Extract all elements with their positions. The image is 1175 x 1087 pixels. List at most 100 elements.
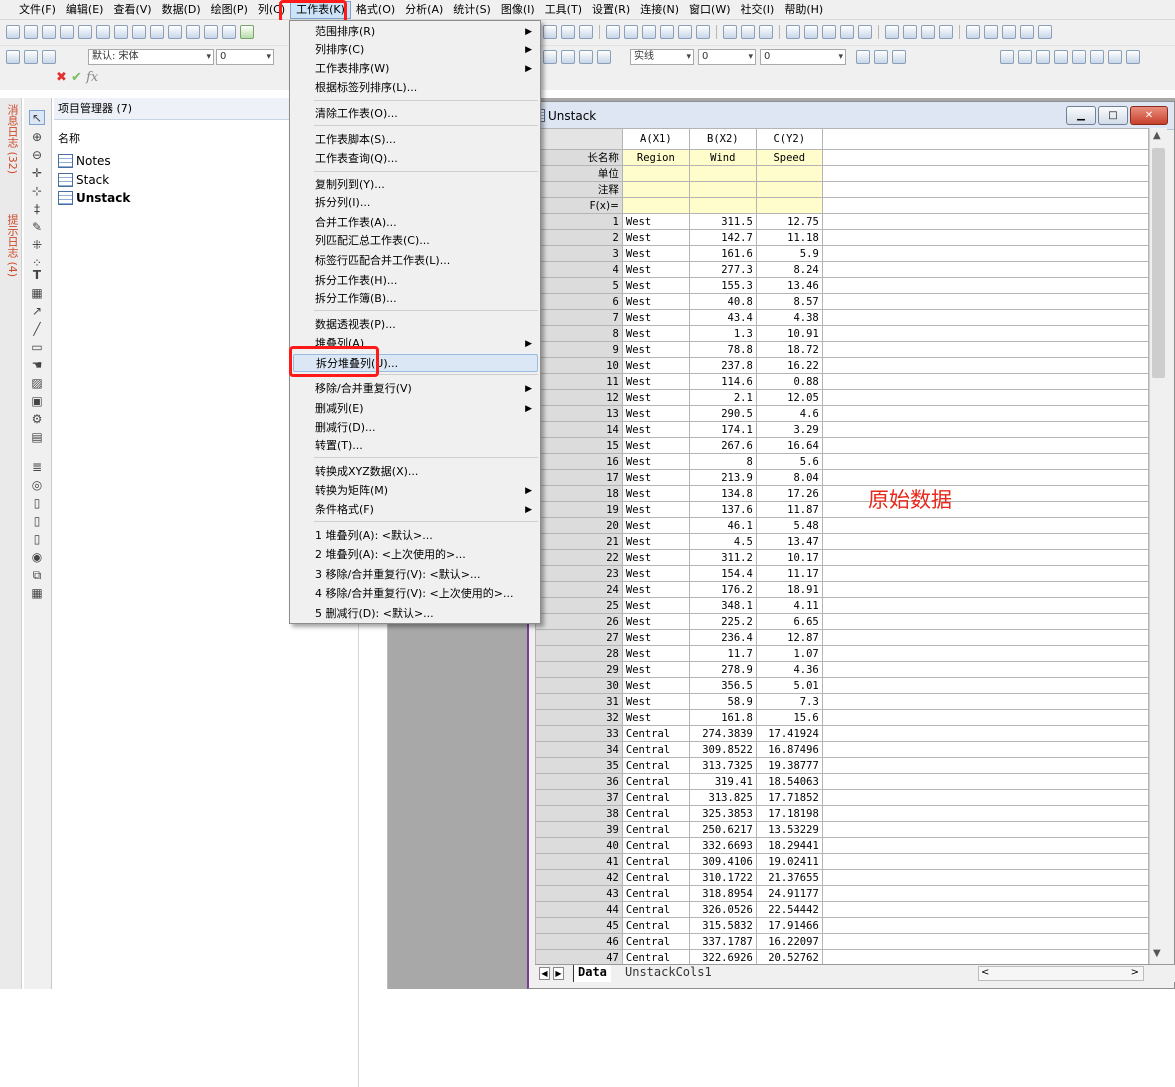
arrow-end-icon[interactable] [1038, 25, 1052, 39]
region-cell[interactable]: Central [621, 885, 690, 902]
fill-pattern-icon[interactable] [856, 50, 870, 64]
wind-cell[interactable]: 154.4 [688, 565, 757, 582]
row-header[interactable]: 13 [535, 405, 623, 422]
column-header[interactable]: A(X1) [621, 128, 690, 150]
region-cell[interactable]: West [621, 565, 690, 582]
menu-item[interactable]: 数据(D) [157, 0, 206, 20]
speed-cell[interactable]: 17.71852 [755, 789, 823, 806]
speed-cell[interactable]: 0.88 [755, 373, 823, 390]
speed-cell[interactable]: 18.91 [755, 581, 823, 598]
set-error-icon[interactable] [840, 25, 854, 39]
row-header[interactable]: 26 [535, 613, 623, 630]
wind-cell[interactable]: 161.6 [688, 245, 757, 262]
region-cell[interactable]: Central [621, 949, 690, 964]
wind-cell[interactable]: 337.1787 [688, 933, 757, 950]
scroll-left-icon[interactable]: < [981, 967, 989, 978]
menu-item[interactable]: 帮助(H) [779, 0, 828, 20]
wind-cell[interactable]: 4.5 [688, 533, 757, 550]
dropdown-menu-item[interactable]: 合并工作表(A)... [314, 214, 538, 232]
region-cell[interactable]: West [621, 517, 690, 534]
name-column-header[interactable]: 名称 [54, 130, 80, 146]
table-icon[interactable] [892, 50, 906, 64]
speed-cell[interactable]: 12.75 [755, 213, 823, 230]
down-icon[interactable] [984, 25, 998, 39]
pointer-tool-icon[interactable]: ↖ [29, 110, 45, 125]
row-header[interactable]: 31 [535, 693, 623, 710]
pattern-icon[interactable] [597, 50, 611, 64]
dropdown-menu-item[interactable]: 转换为矩阵(M) ▶ [314, 482, 538, 500]
wind-cell[interactable]: 8 [688, 453, 757, 470]
wind-cell[interactable]: 277.3 [688, 261, 757, 278]
save-icon[interactable] [204, 25, 218, 39]
region-icon[interactable]: ⁜ [29, 238, 45, 253]
speed-cell[interactable]: 5.9 [755, 245, 823, 262]
circle-icon[interactable]: ◎ [29, 478, 45, 493]
dropdown-menu-item[interactable]: 清除工作表(O)... [314, 105, 538, 123]
speed-cell[interactable]: 17.91466 [755, 917, 823, 934]
new-matrix-icon[interactable] [78, 25, 92, 39]
dropdown-menu-item[interactable]: 拆分工作表(H)... [314, 272, 538, 290]
wind-cell[interactable]: 311.2 [688, 549, 757, 566]
region-cell[interactable]: Central [621, 821, 690, 838]
wind-cell[interactable]: 315.5832 [688, 917, 757, 934]
speed-cell[interactable]: 4.11 [755, 597, 823, 614]
hand-tool-icon[interactable]: ☚ [29, 358, 45, 373]
line-style-combo[interactable]: 实线 [630, 49, 694, 65]
new-notes-icon[interactable] [132, 25, 146, 39]
speed-cell[interactable]: 1.07 [755, 645, 823, 662]
wind-cell[interactable]: 310.1722 [688, 869, 757, 886]
line-chart-icon[interactable] [678, 25, 692, 39]
zoom-out-icon[interactable]: ⊖ [29, 148, 45, 163]
speed-cell[interactable]: 4.6 [755, 405, 823, 422]
wind-cell[interactable]: 237.8 [688, 357, 757, 374]
sheet-tab-unstackcols1[interactable]: UnstackCols1 [621, 965, 716, 982]
speed-cell[interactable]: 10.91 [755, 325, 823, 342]
speed-cell[interactable]: 12.87 [755, 629, 823, 646]
speed-cell[interactable]: 18.72 [755, 341, 823, 358]
region-cell[interactable]: West [621, 341, 690, 358]
speed-cell[interactable]: 15.6 [755, 709, 823, 726]
add-column-icon[interactable] [579, 25, 593, 39]
wind-cell[interactable]: 348.1 [688, 597, 757, 614]
import-wizard-icon[interactable] [240, 25, 254, 39]
wind-cell[interactable]: 142.7 [688, 229, 757, 246]
dropdown-menu-item[interactable]: 拆分堆叠列(U)... [293, 354, 538, 372]
speed-cell[interactable]: 10.17 [755, 549, 823, 566]
wind-cell[interactable]: 78.8 [688, 341, 757, 358]
project-item[interactable]: Notes [58, 152, 111, 170]
messages-log-tab[interactable]: 消息日志 (32) [4, 104, 20, 174]
speed-cell[interactable]: 5.01 [755, 677, 823, 694]
row-header[interactable]: 36 [535, 773, 623, 790]
scroll-thumb[interactable] [1152, 148, 1165, 378]
menu-item[interactable]: 连接(N) [635, 0, 684, 20]
arrow-tool-icon[interactable]: ↗ [29, 304, 45, 319]
menu-item[interactable]: 编辑(E) [61, 0, 109, 20]
row-header[interactable]: 3 [535, 245, 623, 262]
label-cell[interactable] [621, 197, 690, 214]
dropdown-menu-item[interactable]: 范围排序(R) ▶ [314, 23, 538, 41]
dropdown-menu-item[interactable]: 5 删减行(D): <默认>... [314, 605, 538, 623]
column-icon[interactable] [561, 25, 575, 39]
label-row-header[interactable]: 注释 [535, 181, 623, 198]
line-width2-combo[interactable]: 0 [760, 49, 846, 65]
zoom-in-icon[interactable]: ⊕ [29, 130, 45, 145]
new-function-icon[interactable] [96, 25, 110, 39]
row-header[interactable]: 16 [535, 453, 623, 470]
brush-icon[interactable]: ✎ [29, 220, 45, 235]
dropdown-menu-item[interactable]: 拆分工作簿(B)... [314, 290, 538, 308]
row-header[interactable]: 20 [535, 517, 623, 534]
menu-item[interactable]: 窗口(W) [684, 0, 735, 20]
new-excel-icon[interactable] [150, 25, 164, 39]
dropdown-menu-item[interactable]: 根据标签列排序(L)... [314, 79, 538, 97]
row-header[interactable]: 30 [535, 677, 623, 694]
speed-cell[interactable]: 17.26 [755, 485, 823, 502]
speed-cell[interactable]: 11.17 [755, 565, 823, 582]
wind-cell[interactable]: 11.7 [688, 645, 757, 662]
wind-cell[interactable]: 58.9 [688, 693, 757, 710]
speed-cell[interactable]: 16.64 [755, 437, 823, 454]
region-cell[interactable]: Central [621, 933, 690, 950]
vertical-scrollbar[interactable]: ▲ ▼ [1149, 128, 1167, 964]
crosshair-icon[interactable]: ✛ [29, 166, 45, 181]
horizontal-scrollbar[interactable]: < > [978, 966, 1144, 981]
fill-color-icon[interactable] [543, 50, 557, 64]
